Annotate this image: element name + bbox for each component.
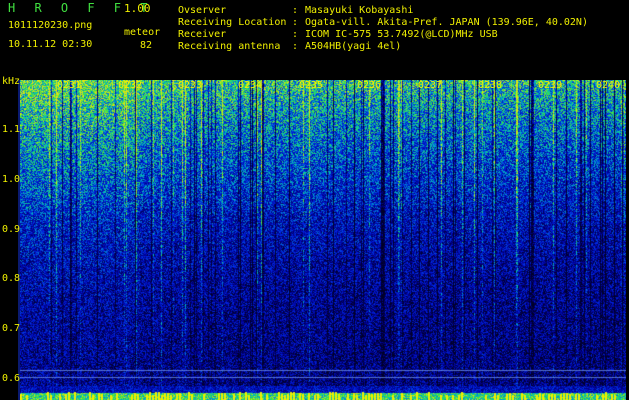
meteor-label: meteor xyxy=(124,27,161,38)
meteor-count: 82 xyxy=(140,40,153,51)
x-tick-label: 0235 xyxy=(299,80,324,91)
x-tick-label: 0231 xyxy=(57,80,82,91)
observer-value: Masayuki Kobayashi xyxy=(305,5,414,16)
x-tick-label: 0237 xyxy=(418,80,443,91)
y-unit-label: kHz xyxy=(2,76,21,87)
filename-label: 1011120230.png xyxy=(8,20,93,31)
x-tick-label: 0239 xyxy=(538,80,563,91)
spectrogram-canvas xyxy=(20,80,626,400)
location-label: Receiving Location xyxy=(178,17,287,28)
receiver-value: ICOM IC-575 53.7492(@LCD)MHz USB xyxy=(305,29,498,40)
y-tick-label: 0.9 xyxy=(2,224,21,235)
x-tick-label: 0232 xyxy=(118,80,143,91)
x-tick-label: 0240 xyxy=(596,80,621,91)
x-tick-label: 0238 xyxy=(478,80,503,91)
y-tick-label: 0.6 xyxy=(2,373,21,384)
datetime-label: 10.11.12 02:30 xyxy=(8,39,93,50)
y-tick-label: 1.0 xyxy=(2,174,21,185)
observer-sep: : xyxy=(292,5,299,16)
version-label: 1.00 xyxy=(124,2,151,15)
location-sep: : xyxy=(292,17,299,28)
receiver-label: Receiver xyxy=(178,29,227,40)
observer-label: Ovserver xyxy=(178,5,227,16)
antenna-value: A504HB(yagi 4el) xyxy=(305,41,402,52)
x-tick-label: 0233 xyxy=(178,80,203,91)
y-tick-label: 0.7 xyxy=(2,323,21,334)
receiver-sep: : xyxy=(292,29,299,40)
antenna-sep: : xyxy=(292,41,299,52)
y-tick-label: 0.8 xyxy=(2,273,21,284)
y-tick-label: 1.1 xyxy=(2,124,21,135)
x-tick-label: 0236 xyxy=(357,80,382,91)
antenna-label: Receiving antenna xyxy=(178,41,281,52)
location-value: Ogata-vill. Akita-Pref. JAPAN (139.96E, … xyxy=(305,17,588,28)
x-tick-label: 0234 xyxy=(238,80,263,91)
